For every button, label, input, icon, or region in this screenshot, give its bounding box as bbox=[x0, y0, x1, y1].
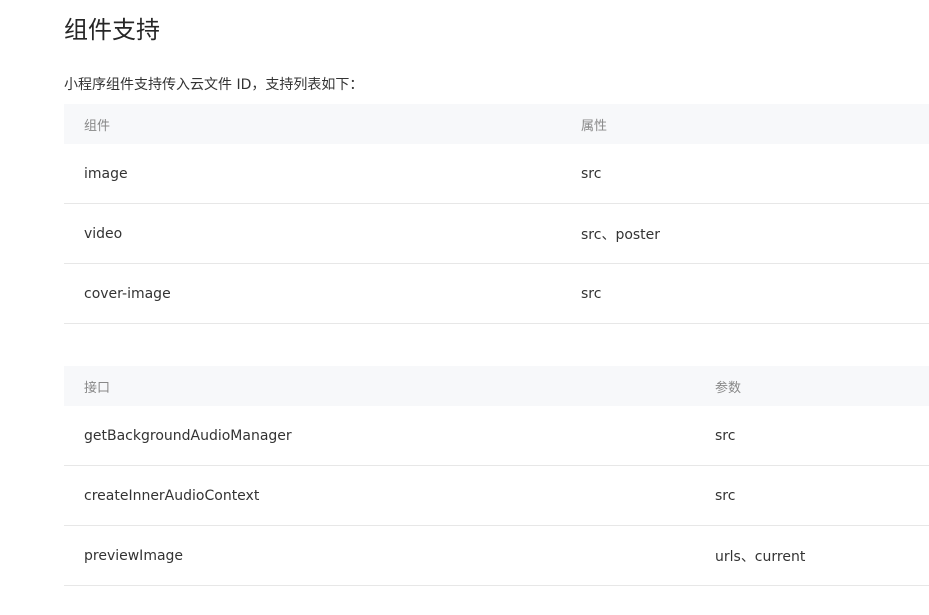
api-name-cell: createInnerAudioContext bbox=[64, 465, 695, 526]
table-header-row: 接口 参数 bbox=[64, 366, 929, 406]
param-cell: src bbox=[695, 406, 929, 466]
attribute-cell: src bbox=[561, 263, 929, 324]
table-header-row: 组件 属性 bbox=[64, 104, 929, 144]
component-name-cell: video bbox=[64, 203, 561, 264]
attribute-cell: src bbox=[561, 144, 929, 204]
page-title: 组件支持 bbox=[64, 16, 160, 44]
intro-text: 小程序组件支持传入云文件 ID，支持列表如下： bbox=[64, 77, 364, 93]
components-table: 组件 属性 image src video src、poster cover-i… bbox=[64, 104, 929, 324]
column-header-attribute: 属性 bbox=[561, 104, 929, 144]
table-row: createInnerAudioContext src bbox=[64, 465, 929, 526]
component-name-cell: image bbox=[64, 144, 561, 204]
column-header-api: 接口 bbox=[64, 366, 695, 406]
table-row: previewImage urls、current bbox=[64, 525, 929, 586]
param-cell: src bbox=[695, 465, 929, 526]
attribute-cell: src、poster bbox=[561, 203, 929, 264]
table-row: getBackgroundAudioManager src bbox=[64, 406, 929, 466]
column-header-component: 组件 bbox=[64, 104, 561, 144]
apis-table: 接口 参数 getBackgroundAudioManager src crea… bbox=[64, 366, 929, 586]
component-name-cell: cover-image bbox=[64, 263, 561, 324]
table-row: video src、poster bbox=[64, 203, 929, 264]
api-name-cell: getBackgroundAudioManager bbox=[64, 406, 695, 466]
api-name-cell: previewImage bbox=[64, 525, 695, 586]
table-row: cover-image src bbox=[64, 263, 929, 324]
doc-content: 组件支持 小程序组件支持传入云文件 ID，支持列表如下： 组件 属性 image… bbox=[64, 0, 929, 586]
column-header-param: 参数 bbox=[695, 366, 929, 406]
param-cell: urls、current bbox=[695, 525, 929, 586]
table-row: image src bbox=[64, 144, 929, 204]
